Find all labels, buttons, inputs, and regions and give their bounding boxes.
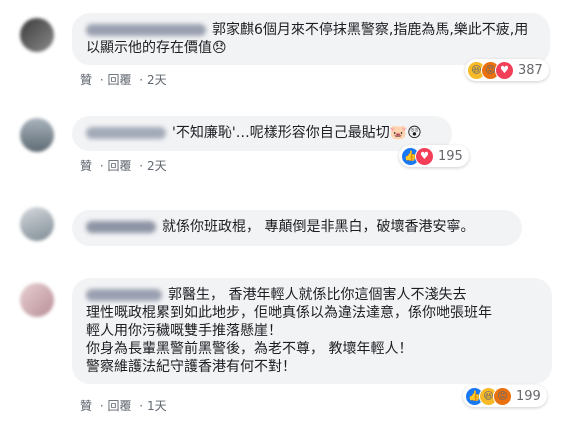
comment-text: 就係你班政棍， 專顛倒是非黑白，破壞香港安寧。 [162, 219, 475, 235]
commenter-name-blurred[interactable] [86, 127, 166, 139]
love-icon: ♥ [415, 146, 434, 166]
timestamp[interactable]: 1天 [147, 399, 167, 413]
comment-line-4: 你身為長輩黑警前黑警後，為老不尊， 教壞年輕人！ [86, 341, 413, 357]
commenter-name-blurred[interactable] [86, 221, 156, 233]
avatar[interactable] [20, 207, 54, 241]
comment-line-5: 警察維護法紀守護香港有何不對！ [86, 359, 296, 375]
comment-line-1: 郭醫生， 香港年輕人就係比你這個害人不淺失去 [86, 286, 538, 304]
comment-line-3: 輕人用你污穢嘅雙手推落懸崖！ [86, 323, 282, 339]
reply-link[interactable]: 回覆 [107, 73, 131, 87]
like-link[interactable]: 贊 [80, 399, 92, 413]
comment-line-2: 理性嘅政棍累到如此地步，佢哋真係以為違法達意，係你哋張班年 [86, 305, 492, 321]
reaction-count: 195 [438, 148, 463, 164]
love-icon: ♥ [495, 60, 514, 80]
reaction-count: 199 [516, 388, 541, 404]
reaction-summary[interactable]: 😆 😡 ♥ 387 [465, 59, 549, 81]
like-link[interactable]: 贊 [80, 159, 92, 173]
comment-bubble: '不知廉恥'…呢樣形容你自己最貼切🐷😲 [72, 116, 452, 151]
timestamp[interactable]: 2天 [147, 159, 167, 173]
reply-link[interactable]: 回覆 [107, 159, 131, 173]
timestamp[interactable]: 2天 [147, 73, 167, 87]
reaction-summary[interactable]: 👍 ♥ 195 [399, 145, 469, 167]
like-link[interactable]: 贊 [80, 73, 92, 87]
reaction-count: 387 [518, 62, 543, 78]
comment-bubble: 郭家麒6個月來不停抹黑警察,指鹿為馬,樂此不疲,用以顯示他的存在價值😞 [72, 13, 550, 65]
avatar[interactable] [20, 283, 54, 317]
comment-actions: 贊 · 回覆 · 2天 [80, 73, 167, 87]
commenter-name-blurred[interactable] [86, 24, 206, 36]
comment-actions: 贊 · 回覆 · 1天 [80, 399, 167, 413]
reply-link[interactable]: 回覆 [107, 399, 131, 413]
comment-actions: 贊 · 回覆 · 2天 [80, 159, 167, 173]
comment-text: '不知廉恥'…呢樣形容你自己最貼切🐷😲 [172, 125, 422, 141]
comment-bubble: 郭醫生， 香港年輕人就係比你這個害人不淺失去 理性嘅政棍累到如此地步，佢哋真係以… [72, 278, 552, 384]
angry-icon: 😡 [493, 386, 512, 406]
reaction-summary[interactable]: 👍 😆 😡 199 [463, 385, 547, 407]
avatar[interactable] [20, 118, 54, 152]
comment-bubble: 就係你班政棍， 專顛倒是非黑白，破壞香港安寧。 [72, 210, 522, 246]
commenter-name-blurred[interactable] [86, 289, 162, 301]
avatar[interactable] [20, 18, 54, 52]
